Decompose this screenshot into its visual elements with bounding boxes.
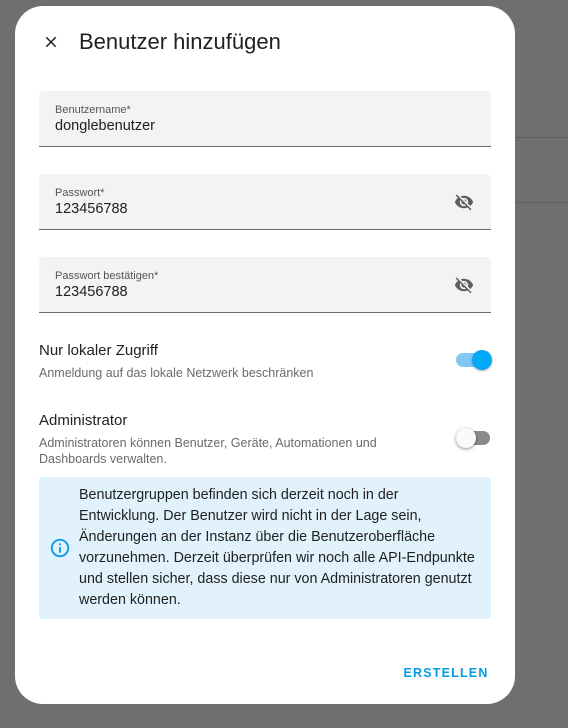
password-input[interactable] [55, 201, 435, 217]
toggle-thumb [472, 350, 492, 370]
local-access-description: Anmeldung auf das lokale Netzwerk beschr… [39, 366, 314, 380]
info-alert-text: Benutzergruppen befinden sich derzeit no… [79, 487, 475, 608]
close-icon [45, 36, 57, 48]
username-field[interactable]: Benutzername* [39, 91, 491, 147]
username-input[interactable] [55, 118, 435, 134]
password-label: Passwort* [55, 187, 105, 199]
admin-toggle[interactable] [456, 426, 492, 448]
local-access-toggle[interactable] [456, 348, 492, 370]
info-alert: Benutzergruppen befinden sich derzeit no… [39, 477, 491, 619]
close-button[interactable] [37, 28, 65, 56]
add-user-dialog: Benutzer hinzufügen Benutzername* Passwo… [15, 6, 515, 704]
username-label: Benutzername* [55, 104, 131, 116]
create-button[interactable]: ERSTELLEN [396, 661, 496, 685]
password-confirm-visibility-toggle[interactable] [453, 274, 475, 296]
local-access-title: Nur lokaler Zugriff [39, 342, 158, 359]
eye-off-icon [454, 194, 474, 211]
password-confirm-label: Passwort bestätigen* [55, 270, 159, 282]
dialog-title: Benutzer hinzufügen [79, 29, 281, 54]
toggle-thumb [456, 428, 476, 448]
admin-description: Administratoren können Benutzer, Geräte,… [39, 436, 377, 466]
backdrop-divider [508, 202, 568, 203]
info-icon [50, 538, 70, 558]
password-confirm-field[interactable]: Passwort bestätigen* [39, 257, 491, 313]
password-confirm-input[interactable] [55, 284, 435, 300]
password-field[interactable]: Passwort* [39, 174, 491, 230]
eye-off-icon [454, 277, 474, 294]
password-visibility-toggle[interactable] [453, 191, 475, 213]
admin-title: Administrator [39, 412, 128, 429]
backdrop-divider [508, 137, 568, 138]
